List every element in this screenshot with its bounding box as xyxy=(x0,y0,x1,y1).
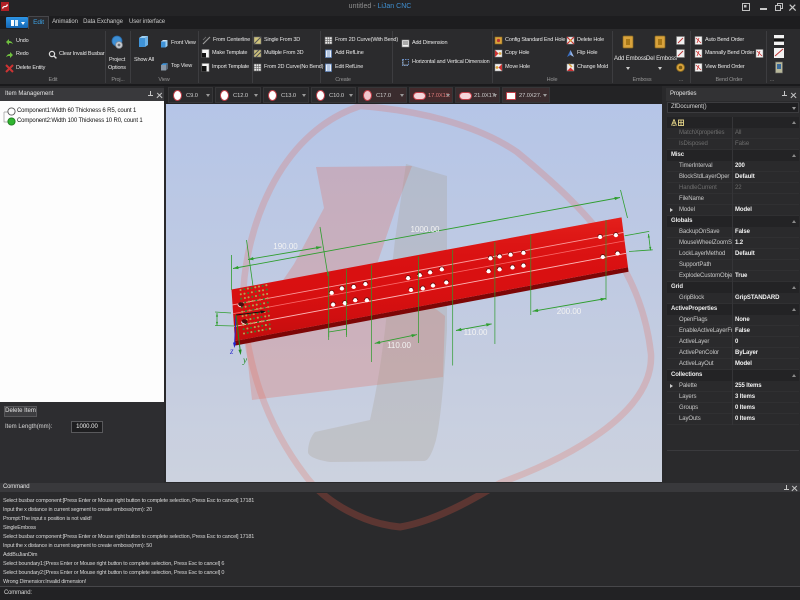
svg-text:110.00: 110.00 xyxy=(387,341,411,350)
svg-text:200.00: 200.00 xyxy=(557,307,582,316)
svg-text:y: y xyxy=(242,355,247,365)
svg-text:z: z xyxy=(229,346,234,356)
svg-text:110.00: 110.00 xyxy=(464,328,488,337)
svg-text:190.00: 190.00 xyxy=(273,242,298,251)
svg-text:1000.00: 1000.00 xyxy=(411,225,440,234)
